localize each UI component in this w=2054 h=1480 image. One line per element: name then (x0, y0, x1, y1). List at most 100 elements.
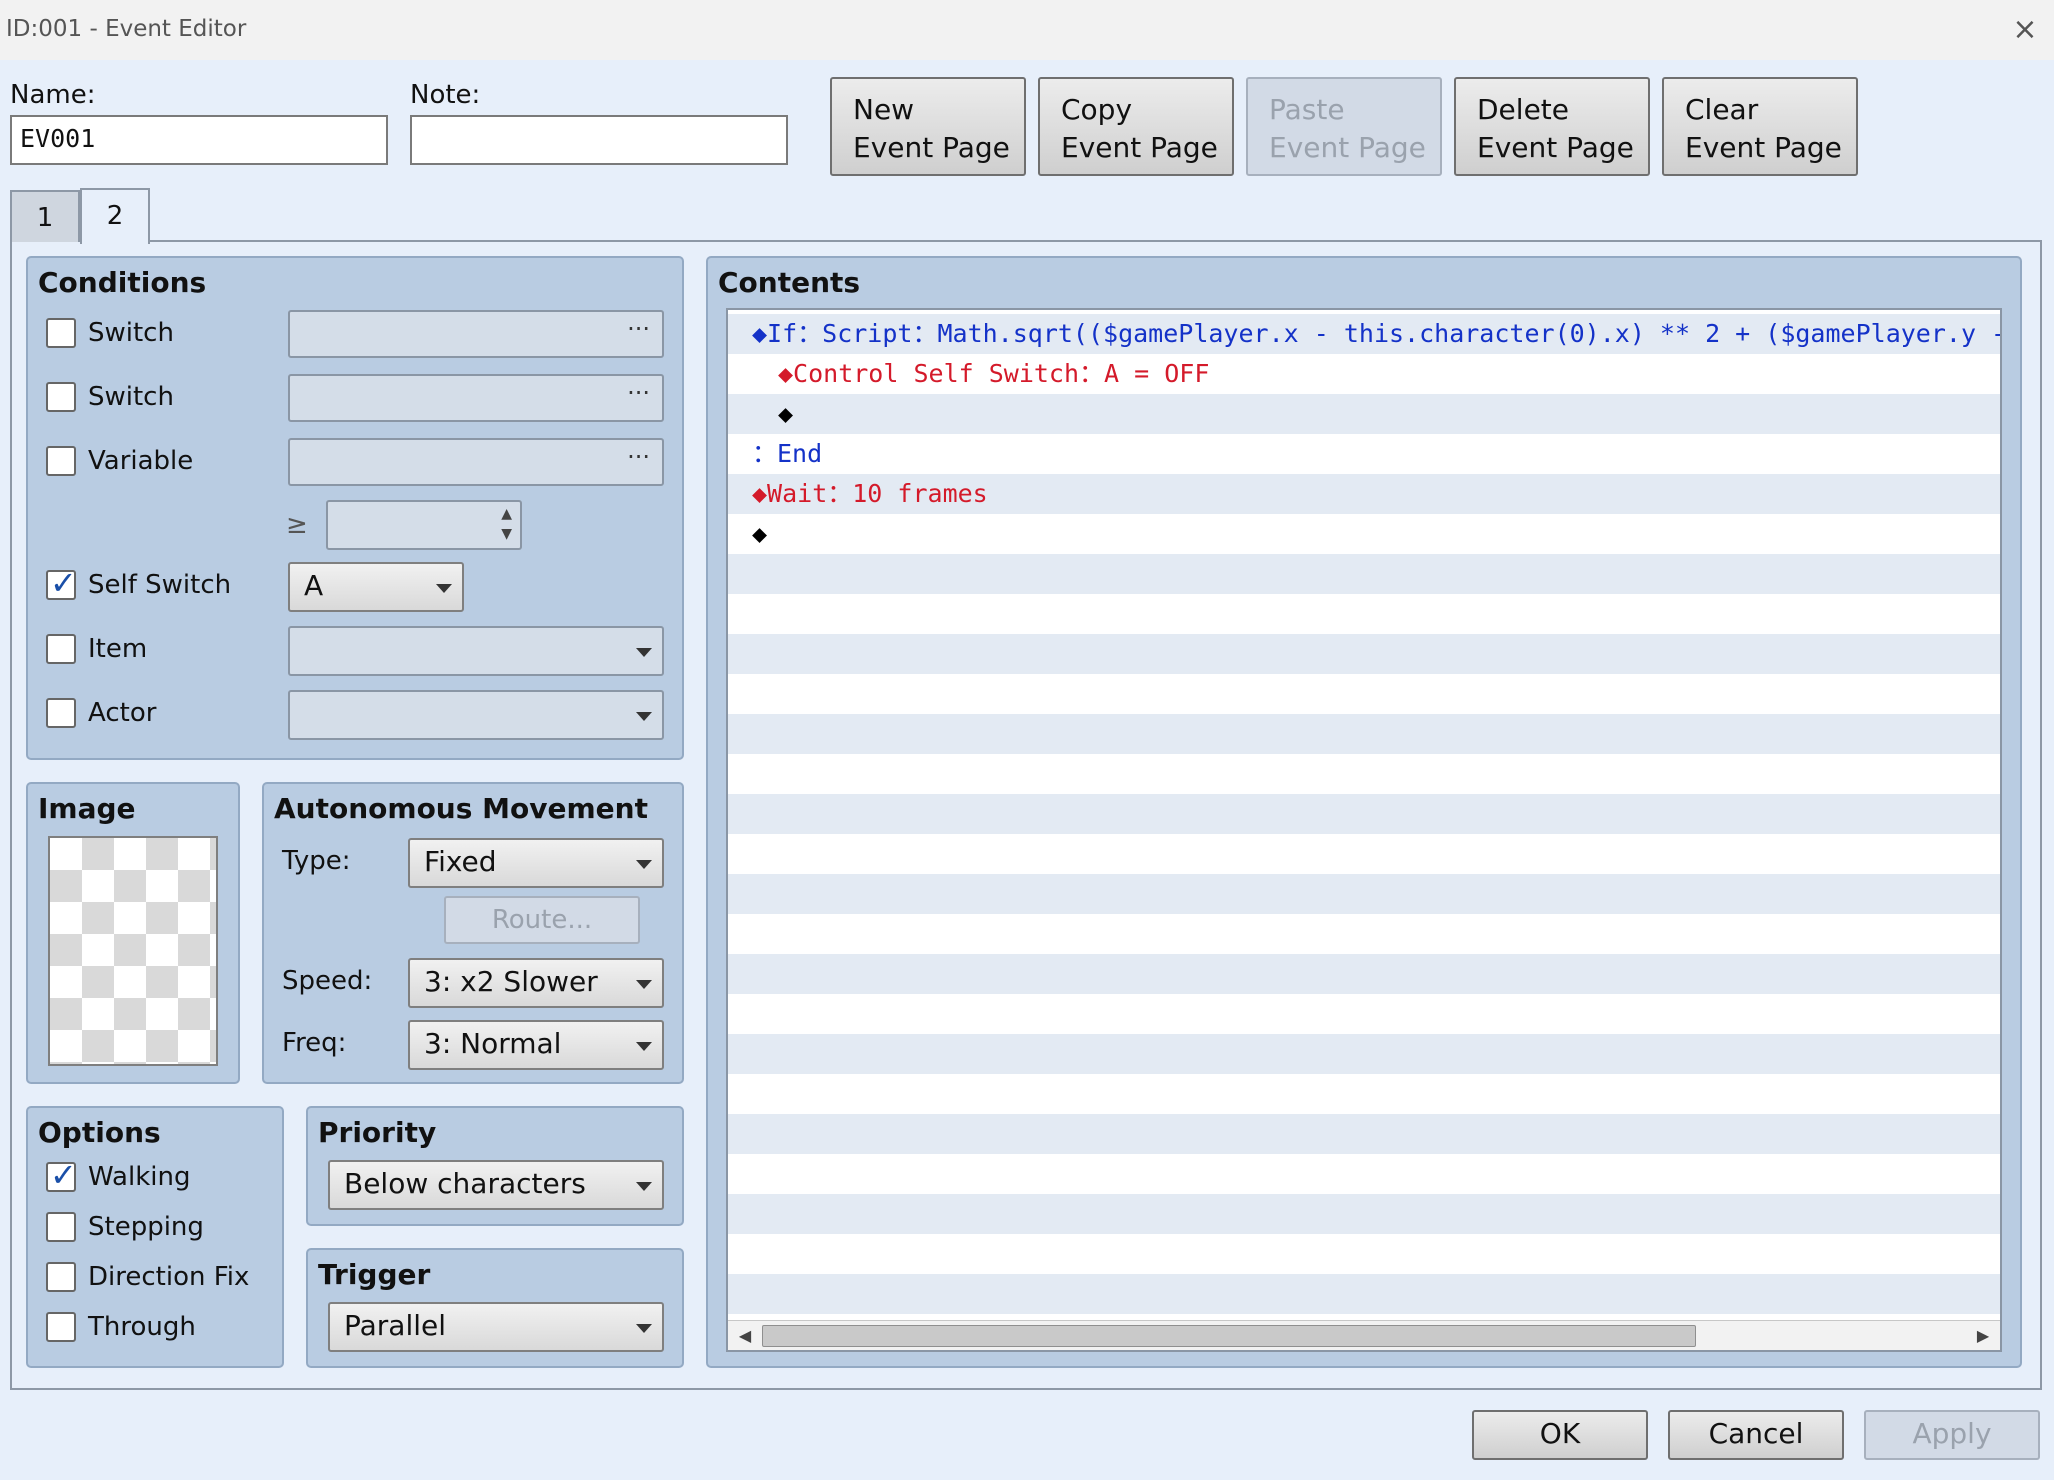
variable-checkbox[interactable] (46, 446, 76, 476)
switch2-selector[interactable]: ... (288, 372, 664, 422)
name-label: Name: (10, 80, 96, 110)
list-row (728, 714, 2000, 754)
dropdown-arrow-icon (636, 1182, 652, 1191)
scroll-right-icon[interactable]: ▶ (1970, 1325, 1996, 1347)
command-if-script[interactable]: ◆If：Script：Math.sqrt(($gamePlayer.x - th… (752, 314, 2000, 354)
movement-speed-value: 3: x2 Slower (424, 965, 598, 998)
paste-event-page-line1: Paste (1269, 93, 1345, 126)
clear-event-page-button[interactable]: Clear Event Page (1662, 77, 1858, 176)
self-switch-value: A (304, 569, 324, 602)
item-dropdown[interactable] (288, 626, 664, 676)
conditions-title: Conditions (38, 266, 207, 299)
close-icon[interactable]: × (2005, 10, 2045, 50)
switch1-selector[interactable]: ... (288, 308, 664, 358)
copy-event-page-line2: Event Page (1061, 131, 1218, 164)
autonomous-movement-group: Autonomous Movement Type: Fixed Route...… (262, 782, 684, 1084)
movement-type-label: Type: (282, 846, 351, 876)
horizontal-scrollbar[interactable]: ◀ ▶ (728, 1320, 2000, 1350)
dropdown-arrow-icon (636, 1324, 652, 1333)
item-label: Item (88, 634, 148, 664)
switch1-checkbox[interactable] (46, 318, 76, 348)
event-image-preview[interactable] (48, 836, 218, 1066)
cancel-button[interactable]: Cancel (1668, 1410, 1844, 1460)
variable-amount-spinner[interactable]: ▲ ▼ (326, 500, 522, 550)
title-bar: ID:001 - Event Editor × (0, 0, 2054, 60)
paste-event-page-line2: Event Page (1269, 131, 1426, 164)
actor-checkbox[interactable] (46, 698, 76, 728)
trigger-value: Parallel (344, 1309, 447, 1342)
trigger-dropdown[interactable]: Parallel (328, 1302, 664, 1352)
event-command-list[interactable]: ◆If：Script：Math.sqrt(($gamePlayer.x - th… (726, 308, 2002, 1352)
command-empty[interactable]: ◆ (752, 514, 767, 554)
list-row (728, 1194, 2000, 1234)
list-row (728, 954, 2000, 994)
scrollbar-thumb[interactable] (762, 1325, 1696, 1347)
copy-event-page-button[interactable]: Copy Event Page (1038, 77, 1234, 176)
walking-checkbox[interactable]: ✓ (46, 1156, 77, 1194)
item-checkbox[interactable] (46, 634, 76, 664)
switch2-label: Switch (88, 382, 174, 412)
autonomous-movement-title: Autonomous Movement (274, 792, 648, 825)
paste-event-page-button[interactable]: Paste Event Page (1246, 77, 1442, 176)
new-event-page-button[interactable]: New Event Page (830, 77, 1026, 176)
check-icon: ✓ (50, 564, 77, 602)
priority-title: Priority (318, 1116, 437, 1149)
options-title: Options (38, 1116, 161, 1149)
switch2-checkbox[interactable] (46, 382, 76, 412)
spin-up-icon[interactable]: ▲ (501, 506, 512, 522)
delete-event-page-line1: Delete (1477, 93, 1569, 126)
image-group: Image (26, 782, 240, 1084)
command-wait[interactable]: ◆Wait：10 frames (752, 474, 988, 514)
dropdown-arrow-icon (436, 584, 452, 593)
ok-button[interactable]: OK (1472, 1410, 1648, 1460)
clear-event-page-line2: Event Page (1685, 131, 1842, 164)
through-checkbox[interactable] (46, 1312, 76, 1342)
new-event-page-line1: New (853, 93, 915, 126)
window-title: ID:001 - Event Editor (6, 16, 247, 42)
copy-event-page-line1: Copy (1061, 93, 1133, 126)
variable-selector[interactable]: ... (288, 436, 664, 486)
priority-dropdown[interactable]: Below characters (328, 1160, 664, 1210)
variable-label: Variable (88, 446, 194, 476)
note-input[interactable] (410, 115, 788, 165)
list-row (728, 1034, 2000, 1074)
route-button[interactable]: Route... (444, 896, 640, 944)
command-control-self-switch[interactable]: ◆Control Self Switch：A = OFF (778, 354, 1209, 394)
dropdown-arrow-icon (636, 1042, 652, 1051)
movement-freq-label: Freq: (282, 1028, 347, 1058)
command-end[interactable]: ：End (752, 434, 822, 474)
tab-page-2[interactable]: 2 (80, 188, 150, 244)
list-row (728, 1274, 2000, 1314)
stepping-checkbox[interactable] (46, 1212, 76, 1242)
list-row (728, 554, 2000, 594)
clear-event-page-line1: Clear (1685, 93, 1759, 126)
new-event-page-line2: Event Page (853, 131, 1010, 164)
delete-event-page-button[interactable]: Delete Event Page (1454, 77, 1650, 176)
self-switch-checkbox[interactable]: ✓ (46, 564, 77, 602)
image-title: Image (38, 792, 136, 825)
walking-label: Walking (88, 1162, 191, 1192)
scroll-left-icon[interactable]: ◀ (732, 1325, 758, 1347)
tab-page-1[interactable]: 1 (10, 190, 80, 242)
command-empty[interactable]: ◆ (778, 394, 793, 434)
actor-label: Actor (88, 698, 157, 728)
trigger-group: Trigger Parallel (306, 1248, 684, 1368)
apply-button[interactable]: Apply (1864, 1410, 2040, 1460)
direction-fix-checkbox[interactable] (46, 1262, 76, 1292)
through-label: Through (88, 1312, 196, 1342)
dropdown-arrow-icon (636, 712, 652, 721)
list-row (728, 394, 2000, 434)
contents-title: Contents (718, 266, 861, 299)
self-switch-dropdown[interactable]: A (288, 562, 464, 612)
movement-type-dropdown[interactable]: Fixed (408, 838, 664, 888)
options-group: Options ✓ Walking Stepping Direction Fix… (26, 1106, 284, 1368)
movement-freq-dropdown[interactable]: 3: Normal (408, 1020, 664, 1070)
movement-freq-value: 3: Normal (424, 1027, 562, 1060)
dropdown-arrow-icon (636, 648, 652, 657)
list-row (728, 794, 2000, 834)
list-row (728, 1114, 2000, 1154)
movement-speed-dropdown[interactable]: 3: x2 Slower (408, 958, 664, 1008)
spin-down-icon[interactable]: ▼ (501, 526, 512, 542)
actor-dropdown[interactable] (288, 690, 664, 740)
name-input[interactable]: EV001 (10, 115, 388, 165)
